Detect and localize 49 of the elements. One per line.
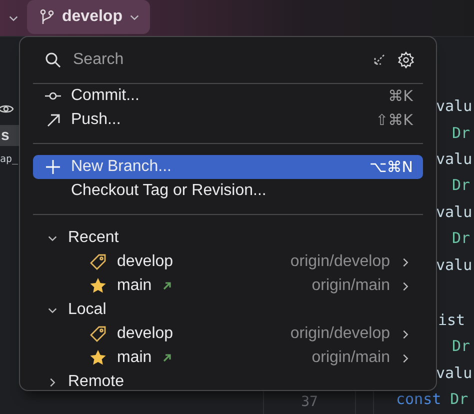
branch-icon <box>39 9 55 25</box>
remote-branch: origin/develop <box>290 253 390 271</box>
chevron-right-icon <box>400 256 411 268</box>
code-token: valu <box>436 97 472 116</box>
group-label[interactable]: Local <box>68 301 106 319</box>
settings-icon[interactable] <box>397 51 415 69</box>
shortcut-text: ⌘K <box>388 87 413 105</box>
code-token: valu <box>436 256 472 274</box>
code-token: Dr <box>450 390 468 408</box>
branch-name[interactable]: develop <box>117 253 174 271</box>
code-token: ist <box>438 310 466 329</box>
remote-branch: origin/main <box>312 277 390 295</box>
chevron-right-icon <box>400 328 411 340</box>
code-token: valu <box>436 150 472 168</box>
group-label[interactable]: Recent <box>68 229 119 247</box>
remote-branch: origin/develop <box>290 325 390 343</box>
tag-icon <box>89 253 107 271</box>
branch-name[interactable]: main <box>117 277 152 295</box>
tag-icon <box>89 325 107 343</box>
branch-button[interactable]: develop <box>27 0 150 34</box>
chevron-right-icon <box>400 280 411 292</box>
chevron-right-icon <box>47 376 58 388</box>
code-token: Dr <box>452 124 470 142</box>
code-token: Dr <box>452 229 470 248</box>
remote-branch: origin/main <box>312 349 390 367</box>
shortcut-text: ⌥⌘N <box>369 158 413 176</box>
group-label[interactable]: Remote <box>68 373 124 390</box>
plus-icon <box>45 159 61 175</box>
menu-item[interactable]: Commit... ⌘K <box>33 84 423 108</box>
search-icon <box>45 52 61 68</box>
line-number: 37 <box>301 394 318 410</box>
menu-item[interactable]: Push... ⇧⌘K <box>33 108 423 132</box>
code-token: const <box>396 390 442 408</box>
menu-item[interactable]: New Branch... ⌥⌘N <box>33 155 423 179</box>
menu-item[interactable]: Checkout Tag or Revision... <box>33 179 423 203</box>
code-token: valu <box>436 202 472 221</box>
chevron-right-icon <box>400 352 411 364</box>
star-icon <box>89 277 107 295</box>
search-field[interactable]: Search <box>71 50 361 70</box>
branch-name[interactable]: main <box>117 349 152 367</box>
branch-name[interactable]: develop <box>117 325 174 343</box>
panel-tab[interactable]: s <box>0 125 19 146</box>
code-token: Dr <box>452 176 470 194</box>
shortcut-text: ⇧⌘K <box>376 111 413 129</box>
star-icon <box>89 349 107 367</box>
code-token: Dr <box>452 337 470 356</box>
file-name: ap_ <box>0 154 19 165</box>
code-token: valu <box>436 364 472 382</box>
arrow-up-right-icon <box>45 112 61 128</box>
